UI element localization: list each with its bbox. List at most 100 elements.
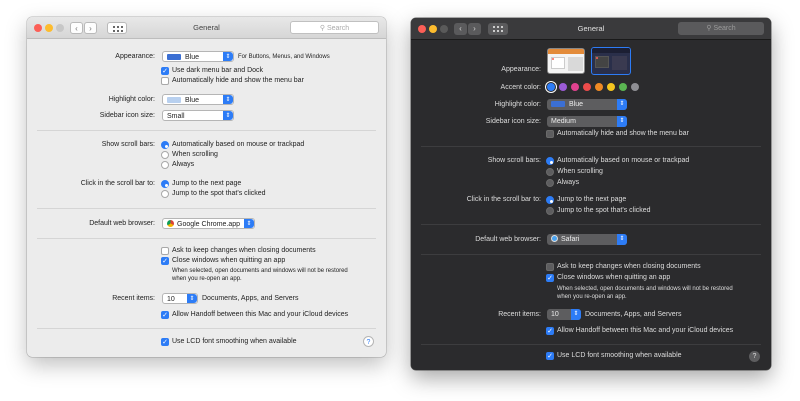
auto-hide-menu-checkbox[interactable] [546,130,554,138]
auto-hide-menu-checkbox[interactable] [161,77,169,85]
accent-color-label: Accent color: [500,84,541,91]
divider [37,208,376,209]
scroll-auto-radio[interactable] [546,157,554,165]
safari-icon [551,234,558,242]
close-windows-checkbox[interactable]: ✓ [161,257,169,265]
jump-spot-label: Jump to the spot that's clicked [557,207,651,214]
scroll-when-scrolling-radio[interactable] [161,151,169,159]
scroll-auto-label: Automatically based on mouse or trackpad [557,157,690,164]
close-windows-note-1: When selected, open documents and window… [172,268,348,274]
chrome-icon [167,219,174,227]
handoff-label: Allow Handoff between this Mac and your … [172,311,349,318]
chevron-updown-icon: ⇕ [187,294,197,303]
scroll-auto-label: Automatically based on mouse or trackpad [172,141,305,148]
click-scroll-label: Click in the scroll bar to: [466,196,541,203]
scroll-always-label: Always [557,179,580,186]
accent-color-swatch[interactable] [631,83,639,91]
handoff-checkbox[interactable]: ✓ [546,327,554,335]
light-preferences-window: ‹ › General ⚲ Search Appearance: Blue ⇕ F… [27,17,386,357]
scroll-bars-label: Show scroll bars: [101,141,155,148]
auto-hide-menu-label: Automatically hide and show the menu bar [172,77,304,84]
checkmark-icon: ✓ [547,328,553,335]
accent-color-swatch[interactable] [547,83,555,91]
close-windows-note-2: when you re-open an app. [557,294,627,300]
checkmark-icon: ✓ [162,68,168,75]
handoff-checkbox[interactable]: ✓ [161,311,169,319]
lcd-smoothing-checkbox[interactable]: ✓ [546,352,554,360]
jump-next-page-radio[interactable] [161,180,169,188]
jump-spot-radio[interactable] [161,190,169,198]
title-bar: ‹ › General ⚲ Search [411,18,771,40]
accent-color-swatch[interactable] [583,83,591,91]
appearance-light-thumbnail[interactable] [547,48,585,74]
highlight-label: Highlight color: [108,96,155,103]
highlight-popup[interactable]: Blue ⇕ [547,99,627,110]
accent-color-swatch[interactable] [607,83,615,91]
help-button[interactable]: ? [749,351,760,362]
divider [421,146,761,147]
scroll-when-scrolling-label: When scrolling [172,151,218,158]
search-icon: ⚲ [319,25,327,32]
ask-keep-changes-checkbox[interactable] [161,247,169,255]
checkmark-icon: ✓ [162,339,168,346]
default-browser-popup[interactable]: Google Chrome.app ⇕ [162,218,255,229]
appearance-label: Appearance: [115,53,155,60]
recent-items-note: Documents, Apps, and Servers [202,295,299,302]
help-icon: ? [366,339,371,346]
lcd-smoothing-checkbox[interactable]: ✓ [161,338,169,346]
recent-items-note: Documents, Apps, and Servers [585,311,682,318]
divider [421,224,761,225]
sidebar-icon-size-label: Sidebar icon size: [99,112,155,119]
jump-spot-radio[interactable] [546,207,554,215]
divider [421,344,761,345]
title-bar: ‹ › General ⚲ Search [27,17,386,39]
recent-items-label: Recent items: [498,311,541,318]
appearance-dark-thumbnail[interactable] [591,47,631,75]
recent-items-popup[interactable]: 10 ⇕ [547,309,581,320]
accent-color-swatch[interactable] [619,83,627,91]
ask-keep-changes-checkbox[interactable] [546,263,554,271]
chevron-updown-icon: ⇕ [617,99,627,110]
recent-items-popup[interactable]: 10 ⇕ [162,293,198,304]
appearance-label: Appearance: [501,66,541,73]
dark-menu-checkbox[interactable]: ✓ [161,67,169,75]
jump-spot-label: Jump to the spot that's clicked [172,190,266,197]
accent-color-swatch[interactable] [571,83,579,91]
auto-hide-menu-label: Automatically hide and show the menu bar [557,130,689,137]
help-button[interactable]: ? [363,336,374,347]
chevron-updown-icon: ⇕ [244,219,254,228]
accent-color-swatch[interactable] [559,83,567,91]
blue-swatch [167,54,181,61]
scroll-always-radio[interactable] [161,161,169,169]
default-browser-label: Default web browser: [475,236,541,243]
sidebar-icon-size-popup[interactable]: Small ⇕ [162,110,234,121]
divider [37,238,376,239]
chevron-updown-icon: ⇕ [223,95,233,104]
divider [37,328,376,329]
scroll-when-scrolling-label: When scrolling [557,168,603,175]
jump-next-page-radio[interactable] [546,196,554,204]
lcd-smoothing-label: Use LCD font smoothing when available [557,352,682,359]
close-windows-checkbox[interactable]: ✓ [546,274,554,282]
appearance-note: For Buttons, Menus, and Windows [238,54,330,60]
scroll-when-scrolling-radio[interactable] [546,168,554,176]
close-windows-note-2: when you re-open an app. [172,276,242,282]
sidebar-icon-size-popup[interactable]: Medium ⇕ [547,116,627,127]
scroll-auto-radio[interactable] [161,141,169,149]
scroll-always-radio[interactable] [546,179,554,187]
accent-color-swatch[interactable] [595,83,603,91]
chevron-updown-icon: ⇕ [571,309,581,320]
jump-next-page-label: Jump to the next page [172,180,242,187]
default-browser-popup[interactable]: Safari ⇕ [547,234,627,245]
close-windows-label: Close windows when quitting an app [172,257,286,264]
search-input[interactable]: ⚲ Search [290,21,379,34]
default-browser-label: Default web browser: [89,220,155,227]
recent-items-label: Recent items: [112,295,155,302]
checkmark-icon: ✓ [547,353,553,360]
scroll-always-label: Always [172,161,195,168]
search-input[interactable]: ⚲ Search [678,22,764,35]
appearance-popup[interactable]: Blue ⇕ [162,51,234,62]
help-icon: ? [752,353,757,360]
click-scroll-label: Click in the scroll bar to: [80,180,155,187]
highlight-popup[interactable]: Blue ⇕ [162,94,234,105]
